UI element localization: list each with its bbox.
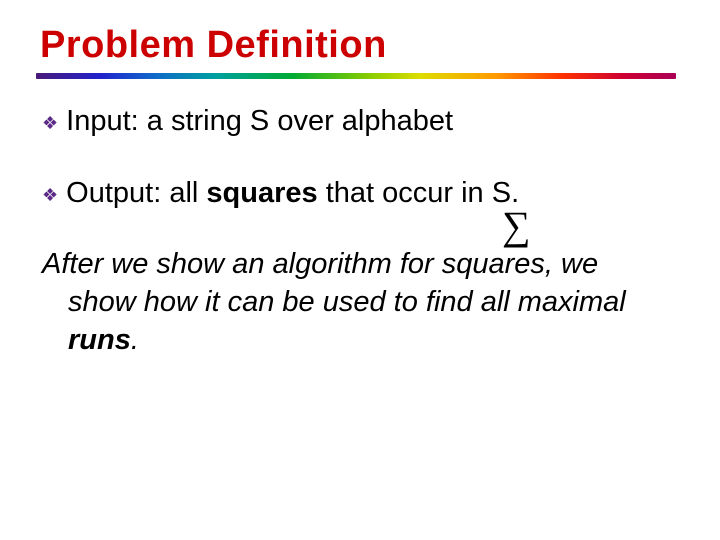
para-pre: After we show an algorithm for squares, … (42, 248, 626, 318)
bullet-body-post: that occur in S. (318, 177, 520, 209)
bullet-label: Output: (66, 177, 161, 209)
bullet-item-input: ❖ Input: a string S over alphabet ∑ (42, 103, 684, 141)
bullet-label: Input: (66, 105, 139, 137)
bullet-marker-icon: ❖ (42, 178, 58, 212)
bullet-body: a string S over alphabet (147, 105, 453, 137)
sigma-icon: ∑ (502, 206, 531, 246)
slide: Problem Definition ❖ Input: a string S o… (0, 0, 720, 540)
bullet-text: Output: all squares that occur in S. (66, 175, 519, 213)
bullet-body-pre: all (169, 177, 206, 209)
para-bold-word: runs (68, 324, 131, 356)
page-title: Problem Definition (40, 24, 684, 67)
rainbow-divider (36, 73, 676, 79)
bullet-item-output: ❖ Output: all squares that occur in S. (42, 175, 684, 213)
paragraph: After we show an algorithm for squares, … (40, 246, 684, 359)
bullet-bold-word: squares (206, 177, 317, 209)
para-post: . (131, 324, 139, 356)
bullet-list: ❖ Input: a string S over alphabet ∑ ❖ Ou… (40, 103, 684, 212)
bullet-text: Input: a string S over alphabet (66, 103, 453, 141)
bullet-marker-icon: ❖ (42, 106, 58, 140)
